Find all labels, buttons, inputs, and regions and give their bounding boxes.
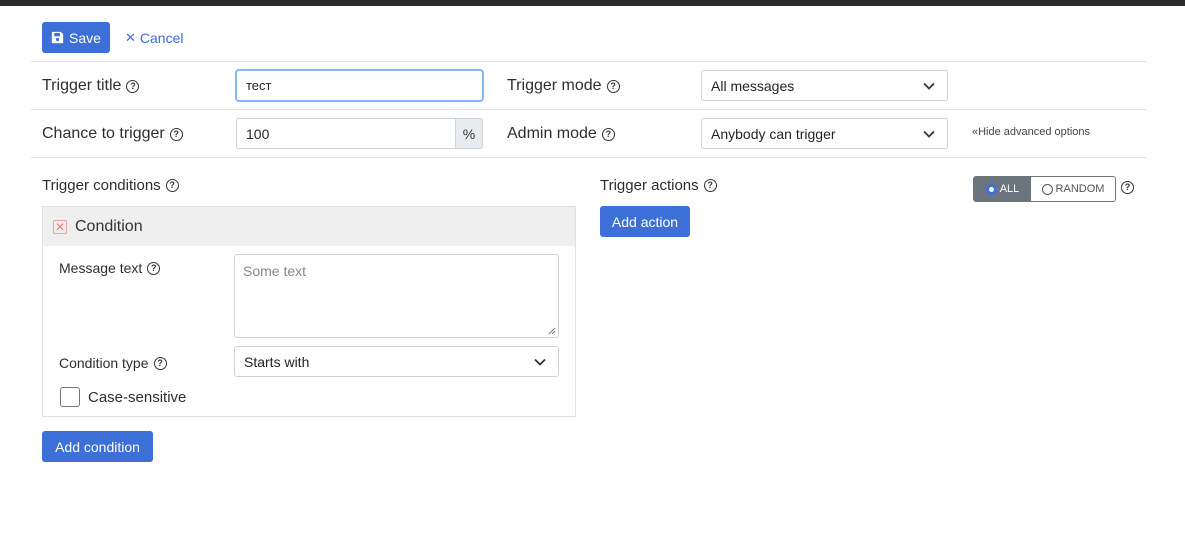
trigger-mode-select[interactable]: All messages: [701, 70, 948, 101]
divider: [31, 109, 1146, 110]
trigger-actions-heading: Trigger actions ?: [600, 177, 717, 194]
help-icon[interactable]: ?: [153, 356, 167, 370]
radio-unselected-icon: [1041, 183, 1053, 195]
condition-title: Condition: [75, 217, 143, 235]
condition-type-value: Starts with: [244, 353, 310, 370]
top-bar: [0, 0, 1185, 6]
trigger-actions-text: Trigger actions: [600, 177, 699, 194]
chevron-down-icon: [923, 82, 935, 90]
trigger-title-text: Trigger title: [42, 77, 122, 94]
trigger-mode-label: Trigger mode ?: [507, 77, 620, 95]
percent-addon: %: [455, 118, 483, 149]
help-icon[interactable]: ?: [169, 127, 183, 141]
hide-advanced-options-link[interactable]: «Hide advanced options: [972, 126, 1090, 138]
condition-card: ✕ Condition Message text ? Some text Con…: [42, 206, 576, 417]
radio-selected-icon: [985, 183, 997, 195]
save-button[interactable]: Save: [42, 22, 110, 53]
cancel-button[interactable]: ✕ Cancel: [125, 30, 184, 46]
save-button-label: Save: [69, 29, 101, 46]
help-icon[interactable]: ?: [606, 79, 620, 93]
trigger-title-label: Trigger title ?: [42, 77, 140, 95]
message-text-label: Message text ?: [59, 260, 161, 276]
divider: [31, 157, 1146, 158]
condition-type-label-text: Condition type: [59, 355, 149, 371]
help-icon[interactable]: ?: [165, 179, 179, 192]
trigger-title-value: тест: [246, 78, 272, 93]
admin-mode-select[interactable]: Anybody can trigger: [701, 118, 948, 149]
add-action-button[interactable]: Add action: [600, 206, 690, 237]
admin-mode-text: Admin mode: [507, 125, 597, 142]
message-text-label-text: Message text: [59, 260, 143, 276]
help-icon[interactable]: ?: [703, 179, 717, 192]
chance-label: Chance to trigger ?: [42, 125, 183, 143]
message-text-input[interactable]: Some text: [234, 254, 559, 338]
floppy-disk-icon: [51, 31, 64, 44]
resize-grip-icon[interactable]: [548, 327, 556, 335]
chance-input[interactable]: 100: [236, 118, 456, 149]
help-icon[interactable]: ?: [601, 127, 615, 141]
add-condition-button[interactable]: Add condition: [42, 431, 153, 462]
trigger-mode-value: All messages: [711, 77, 795, 94]
case-sensitive-checkbox[interactable]: [60, 387, 80, 407]
chance-text: Chance to trigger: [42, 125, 165, 142]
help-icon[interactable]: ?: [147, 261, 161, 275]
close-icon: ✕: [125, 30, 136, 45]
cancel-button-label: Cancel: [139, 30, 184, 46]
divider: [31, 61, 1146, 62]
condition-header: ✕ Condition: [43, 207, 575, 246]
help-icon[interactable]: ?: [1121, 181, 1134, 194]
message-text-placeholder: Some text: [243, 263, 307, 279]
trigger-conditions-heading: Trigger conditions ?: [42, 177, 179, 194]
condition-type-label: Condition type ?: [59, 355, 167, 371]
admin-mode-value: Anybody can trigger: [711, 125, 836, 142]
trigger-mode-text: Trigger mode: [507, 77, 602, 94]
action-mode-random[interactable]: RANDOM: [1031, 177, 1115, 201]
chance-value: 100: [246, 125, 270, 142]
action-mode-random-label: RANDOM: [1055, 183, 1105, 195]
delete-condition-icon[interactable]: ✕: [53, 219, 67, 234]
help-icon[interactable]: ?: [126, 79, 140, 93]
action-mode-all[interactable]: ALL: [974, 177, 1031, 201]
percent-unit: %: [462, 125, 476, 142]
trigger-title-input[interactable]: тест: [236, 70, 483, 101]
admin-mode-label: Admin mode ?: [507, 125, 615, 143]
chevron-down-icon: [923, 130, 935, 138]
trigger-conditions-text: Trigger conditions: [42, 177, 161, 194]
action-mode-toggle: ALL RANDOM: [973, 176, 1116, 202]
action-mode-all-label: ALL: [999, 183, 1020, 195]
condition-type-select[interactable]: Starts with: [234, 346, 559, 377]
chevron-down-icon: [534, 358, 546, 366]
case-sensitive-label: Case-sensitive: [88, 389, 187, 406]
